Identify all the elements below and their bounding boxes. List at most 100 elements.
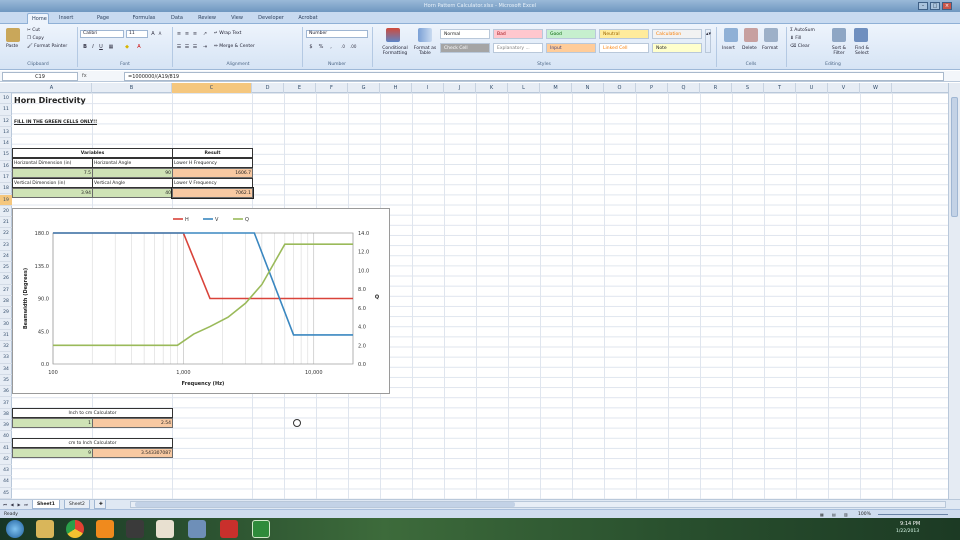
column-header-s[interactable]: S <box>732 83 764 93</box>
comma-icon[interactable]: , <box>328 44 334 50</box>
conditional-formatting-icon[interactable] <box>386 28 400 42</box>
style-bad[interactable]: Bad <box>493 29 543 39</box>
column-header-o[interactable]: O <box>604 83 636 93</box>
column-header-b[interactable]: B <box>92 83 172 93</box>
row-header-19[interactable]: 19 <box>0 194 12 206</box>
find-select-icon[interactable] <box>854 28 868 42</box>
column-header-h[interactable]: H <box>380 83 412 93</box>
row-header-10[interactable]: 10 <box>0 93 12 105</box>
row-header-16[interactable]: 16 <box>0 161 12 172</box>
app-icon[interactable] <box>156 520 174 538</box>
row-header-31[interactable]: 31 <box>0 330 12 342</box>
row-header-25[interactable]: 25 <box>0 262 12 274</box>
directivity-chart[interactable]: 0.0 45.0 90.0 135.0 180.0 0.0 2.0 4.0 6.0 8.0 10.0… <box>12 208 390 394</box>
v-angle-input[interactable]: 40 <box>92 188 173 198</box>
maximize-icon[interactable]: □ <box>930 2 940 10</box>
decrease-decimal-icon[interactable]: .00 <box>350 44 356 50</box>
row-header-41[interactable]: 41 <box>0 443 12 454</box>
style-check-cell[interactable]: Check Cell <box>440 43 490 53</box>
style-note[interactable]: Note <box>652 43 702 53</box>
column-header-g[interactable]: G <box>348 83 380 93</box>
indent-icon[interactable]: ⇥ <box>202 44 208 50</box>
media-icon[interactable] <box>126 520 144 538</box>
style-normal[interactable]: Normal <box>440 29 490 39</box>
tab-data[interactable]: Data <box>166 13 188 24</box>
merge-center-button[interactable]: ⇔ Merge & Center <box>214 44 255 50</box>
row-header-33[interactable]: 33 <box>0 352 12 364</box>
name-box[interactable]: C19 <box>2 72 78 81</box>
row-header-21[interactable]: 21 <box>0 217 12 229</box>
row-header-17[interactable]: 17 <box>0 172 12 184</box>
column-header-f[interactable]: F <box>316 83 348 93</box>
wrap-text-button[interactable]: ↵ Wrap Text <box>214 31 241 37</box>
tab-review[interactable]: Review <box>194 13 220 24</box>
row-header-24[interactable]: 24 <box>0 251 12 263</box>
style-good[interactable]: Good <box>546 29 596 39</box>
column-header-w[interactable]: W <box>860 83 892 93</box>
font-name-select[interactable]: Calibri <box>80 30 124 38</box>
cm-input[interactable]: 9 <box>12 448 93 458</box>
format-painter-button[interactable]: 🖌 Format Painter <box>27 44 67 50</box>
next-sheet-icon[interactable]: ▶ <box>16 502 22 508</box>
zoom-slider[interactable] <box>878 514 948 515</box>
row-header-43[interactable]: 43 <box>0 465 12 477</box>
copy-button[interactable]: ❐ Copy <box>27 36 44 42</box>
row-header-35[interactable]: 35 <box>0 375 12 387</box>
align-center-icon[interactable]: ☰ <box>184 44 190 50</box>
row-header-36[interactable]: 36 <box>0 386 12 398</box>
orientation-icon[interactable]: ↗ <box>202 31 208 37</box>
sheet-tab-2[interactable]: Sheet2 <box>64 500 90 509</box>
prev-sheet-icon[interactable]: ◀ <box>9 502 15 508</box>
row-header-18[interactable]: 18 <box>0 183 12 195</box>
format-table-icon[interactable] <box>418 28 432 42</box>
tab-view[interactable]: View <box>226 13 248 24</box>
styles-scroll-icon[interactable]: ▴▾ <box>705 29 711 53</box>
tab-formulas[interactable]: Formulas <box>128 13 160 24</box>
tab-insert[interactable]: Insert <box>55 13 77 24</box>
excel-icon[interactable] <box>252 520 270 538</box>
row-header-12[interactable]: 12 <box>0 116 12 127</box>
percent-icon[interactable]: % <box>318 44 324 50</box>
conditional-formatting-button[interactable]: Conditional Formatting <box>378 46 412 56</box>
find-select-button[interactable]: Find & Select <box>850 46 874 56</box>
align-top-icon[interactable]: ≡ <box>176 31 182 37</box>
clear-button[interactable]: ⌫ Clear <box>790 44 810 50</box>
font-color-icon[interactable]: A <box>136 44 142 50</box>
column-header-m[interactable]: M <box>540 83 572 93</box>
first-sheet-icon[interactable]: ⏮ <box>2 502 8 508</box>
align-left-icon[interactable]: ☰ <box>176 44 182 50</box>
format-cells-icon[interactable] <box>764 28 778 42</box>
start-orb-icon[interactable] <box>6 520 24 538</box>
sort-filter-icon[interactable] <box>832 28 846 42</box>
insert-cells-button[interactable]: Insert <box>722 46 735 52</box>
column-header-e[interactable]: E <box>284 83 316 93</box>
row-header-34[interactable]: 34 <box>0 364 12 375</box>
fill-color-icon[interactable]: ◆ <box>124 44 130 50</box>
style-input[interactable]: Input <box>546 43 596 53</box>
row-header-29[interactable]: 29 <box>0 307 12 319</box>
row-header-26[interactable]: 26 <box>0 273 12 285</box>
scroll-thumb[interactable] <box>951 97 958 217</box>
style-neutral[interactable]: Neutral <box>599 29 649 39</box>
grow-font-icon[interactable]: A <box>150 31 156 37</box>
column-header-r[interactable]: R <box>700 83 732 93</box>
bold-icon[interactable]: B <box>82 44 88 50</box>
row-header-22[interactable]: 22 <box>0 228 12 240</box>
format-as-table-button[interactable]: Format as Table <box>412 46 438 56</box>
row-header-42[interactable]: 42 <box>0 454 12 466</box>
cut-button[interactable]: ✂ Cut <box>27 28 40 34</box>
row-header-14[interactable]: 14 <box>0 138 12 150</box>
italic-icon[interactable]: I <box>90 44 96 50</box>
column-header-q[interactable]: Q <box>668 83 700 93</box>
row-header-30[interactable]: 30 <box>0 319 12 330</box>
style-explanatory[interactable]: Explanatory ... <box>493 43 543 53</box>
row-header-27[interactable]: 27 <box>0 285 12 296</box>
inch-input[interactable]: 1 <box>12 418 93 428</box>
close-icon[interactable]: × <box>942 2 952 10</box>
row-header-45[interactable]: 45 <box>0 488 12 499</box>
tab-acrobat[interactable]: Acrobat <box>293 13 323 24</box>
sheet-tab-1[interactable]: Sheet1 <box>32 500 60 509</box>
column-header-v[interactable]: V <box>828 83 860 93</box>
column-header-c[interactable]: C <box>172 83 252 93</box>
format-cells-button[interactable]: Format <box>762 46 778 52</box>
